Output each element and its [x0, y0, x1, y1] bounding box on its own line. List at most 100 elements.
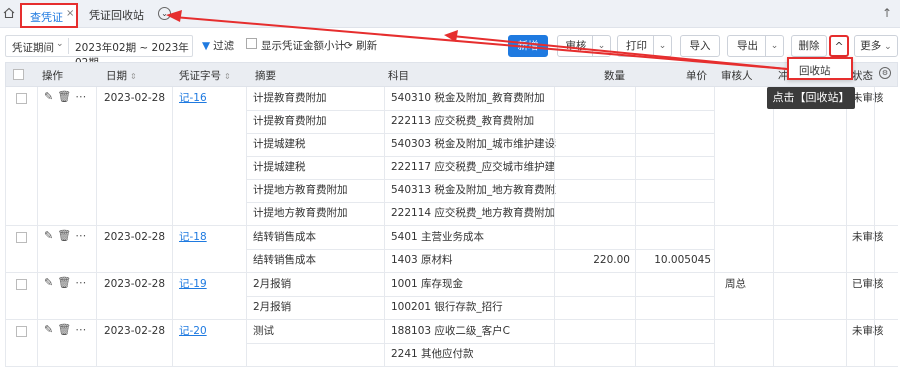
period-selector[interactable]: 凭证期间 ⌄ 2023年02期 ~ 2023年02期	[5, 35, 193, 69]
subject-cell: 222114 应交税费_地方教育费附加	[391, 207, 556, 219]
edit-icon[interactable]: ✎	[44, 90, 57, 103]
more-icon[interactable]: ⋯	[75, 90, 90, 103]
col-summary: 摘要	[255, 70, 276, 82]
subject-cell: 188103 应收二级_客户C	[391, 325, 511, 337]
trash-icon[interactable]: 🗑	[57, 90, 75, 103]
import-button[interactable]: 导入	[680, 35, 720, 57]
subject-cell: 1001 库存现金	[391, 278, 464, 290]
col-date[interactable]: 日期 ⇕	[106, 68, 137, 83]
add-button[interactable]: 新增	[508, 35, 548, 57]
voucher-no-link[interactable]: 记-18	[179, 226, 239, 249]
edit-icon[interactable]: ✎	[44, 276, 57, 289]
row-checkbox[interactable]	[16, 232, 27, 243]
trash-icon[interactable]: 🗑	[57, 229, 75, 242]
unit-price-cell	[641, 179, 711, 202]
recycle-bin-label: 回收站	[799, 65, 831, 77]
tooltip: 点击【回收站】	[767, 87, 855, 109]
export-button[interactable]: 导出 ⌄	[727, 35, 784, 57]
tab-voucher-query[interactable]: 查凭证 ×	[20, 3, 78, 28]
reviewer-cell	[725, 320, 775, 343]
subject-cell: 100201 银行存款_招行	[391, 301, 503, 313]
toolbar: 凭证期间 ⌄ 2023年02期 ~ 2023年02期 ▼过滤 显示凭证金额小计 …	[0, 29, 900, 69]
home-icon[interactable]	[3, 7, 15, 19]
sort-icon[interactable]: ⇕	[224, 72, 231, 81]
delete-button-label: 删除	[798, 40, 820, 52]
arrow-up-icon[interactable]: ↑	[882, 6, 892, 20]
subject-cell: 5401 主营业务成本	[391, 231, 485, 243]
edit-icon[interactable]: ✎	[44, 229, 57, 242]
unit-price-cell	[641, 273, 711, 296]
divider	[68, 38, 69, 54]
voucher-no-link[interactable]: 记-19	[179, 273, 239, 296]
unit-price-cell	[641, 296, 711, 319]
unit-price-cell	[641, 320, 711, 343]
more-button[interactable]: 更多 ⌄	[854, 35, 898, 57]
quantity-cell	[560, 320, 630, 343]
quantity-cell	[560, 133, 630, 156]
tab-recycle-bin[interactable]: 凭证回收站	[89, 7, 144, 23]
row-checkbox[interactable]	[16, 326, 27, 337]
sort-icon[interactable]: ⇕	[130, 72, 137, 81]
summary-cell: 计提教育费附加	[253, 115, 327, 127]
refresh-icon: ⟳	[344, 40, 357, 52]
summary-cell: 计提地方教育费附加	[253, 184, 348, 196]
column-settings-icon[interactable]: ⚙	[879, 67, 891, 79]
more-icon[interactable]: ⋯	[75, 229, 90, 242]
voucher-no-link[interactable]: 记-16	[179, 87, 239, 110]
quantity-cell	[560, 179, 630, 202]
row-actions[interactable]: ✎🗑⋯	[44, 276, 90, 289]
show-subtotal-checkbox[interactable]	[246, 38, 257, 49]
summary-cell: 测试	[253, 325, 274, 337]
select-all-checkbox[interactable]	[13, 69, 24, 80]
column-divider	[773, 87, 774, 367]
status-cell: 未审核	[852, 92, 884, 104]
print-button[interactable]: 打印 ⌄	[617, 35, 672, 57]
close-icon[interactable]: ×	[66, 8, 74, 19]
subject-cell: 540310 税金及附加_教育费附加	[391, 92, 545, 104]
unit-price-cell: 10.005045	[654, 254, 711, 266]
chevron-down-icon[interactable]: ⌄	[158, 7, 171, 20]
subject-cell: 222113 应交税费_教育费附加	[391, 115, 535, 127]
chevron-down-icon: ⌄	[56, 39, 64, 49]
row-actions[interactable]: ✎🗑⋯	[44, 229, 90, 242]
trash-icon[interactable]: 🗑	[57, 323, 75, 336]
collapse-button[interactable]: ^	[829, 35, 849, 57]
voucher-no-link[interactable]: 记-20	[179, 320, 239, 343]
edit-icon[interactable]: ✎	[44, 323, 57, 336]
filter-button[interactable]: ▼ 过滤	[202, 38, 234, 53]
col-voucher-no-label: 凭证字号	[179, 70, 221, 82]
col-voucher-no[interactable]: 凭证字号 ⇕	[179, 68, 231, 83]
trash-icon[interactable]: 🗑	[57, 276, 75, 289]
summary-cell: 2月报销	[253, 301, 292, 313]
quantity-cell	[560, 273, 630, 296]
row-checkbox[interactable]	[16, 279, 27, 290]
col-operation: 操作	[42, 70, 63, 82]
row-actions[interactable]: ✎🗑⋯	[44, 90, 90, 103]
column-divider	[96, 87, 97, 367]
period-label: 凭证期间	[12, 42, 54, 54]
summary-cell	[253, 343, 381, 366]
add-button-label: 新增	[517, 40, 539, 52]
summary-cell: 计提城建税	[253, 161, 306, 173]
chevron-down-icon[interactable]: ⌄	[592, 36, 610, 56]
unit-price-cell	[641, 202, 711, 225]
subject-cell: 222117 应交税费_应交城市维护建...	[391, 161, 556, 173]
recycle-bin-menu-item[interactable]: 回收站	[787, 57, 853, 80]
more-button-label: 更多	[860, 40, 882, 52]
table-header: 操作 日期 ⇕ 凭证字号 ⇕ 摘要 科目 数量 单价 审核人 冲 状态 ⚙	[5, 62, 898, 87]
column-divider	[635, 87, 636, 367]
col-unit-price: 单价	[686, 70, 707, 82]
chevron-down-icon[interactable]: ⌄	[765, 36, 783, 56]
date-cell: 2023-02-28	[104, 325, 166, 337]
more-icon[interactable]: ⋯	[75, 276, 90, 289]
chevron-down-icon[interactable]: ⌄	[653, 36, 671, 56]
more-icon[interactable]: ⋯	[75, 323, 90, 336]
quantity-cell	[560, 110, 630, 133]
review-button[interactable]: 审核 ⌄	[557, 35, 611, 57]
refresh-button[interactable]: ⟳ 刷新	[344, 38, 377, 53]
chevron-down-icon: ⌄	[881, 42, 892, 52]
delete-button[interactable]: 删除	[791, 35, 827, 57]
row-actions[interactable]: ✎🗑⋯	[44, 323, 90, 336]
show-subtotal-label: 显示凭证金额小计	[261, 40, 345, 52]
row-checkbox[interactable]	[16, 93, 27, 104]
